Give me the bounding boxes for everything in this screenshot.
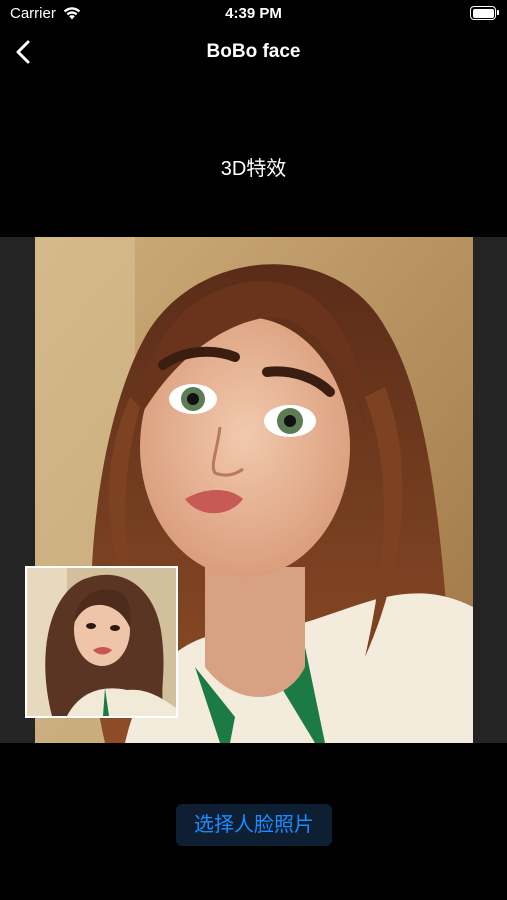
status-time: 4:39 PM [225, 5, 282, 22]
effect-label: 3D特效 [220, 158, 287, 180]
status-bar: Carrier 4:39 PM [0, 0, 507, 28]
select-face-photo-button[interactable]: 选择人脸照片 [176, 804, 332, 846]
battery-icon [470, 6, 499, 20]
image-area [0, 237, 507, 743]
original-photo-thumbnail [25, 566, 178, 718]
screen: Carrier 4:39 PM BoBo face 3D特效 选择人脸照片 [0, 0, 507, 900]
navigation-bar: BoBo face [0, 28, 507, 76]
page-title: BoBo face [206, 41, 301, 62]
